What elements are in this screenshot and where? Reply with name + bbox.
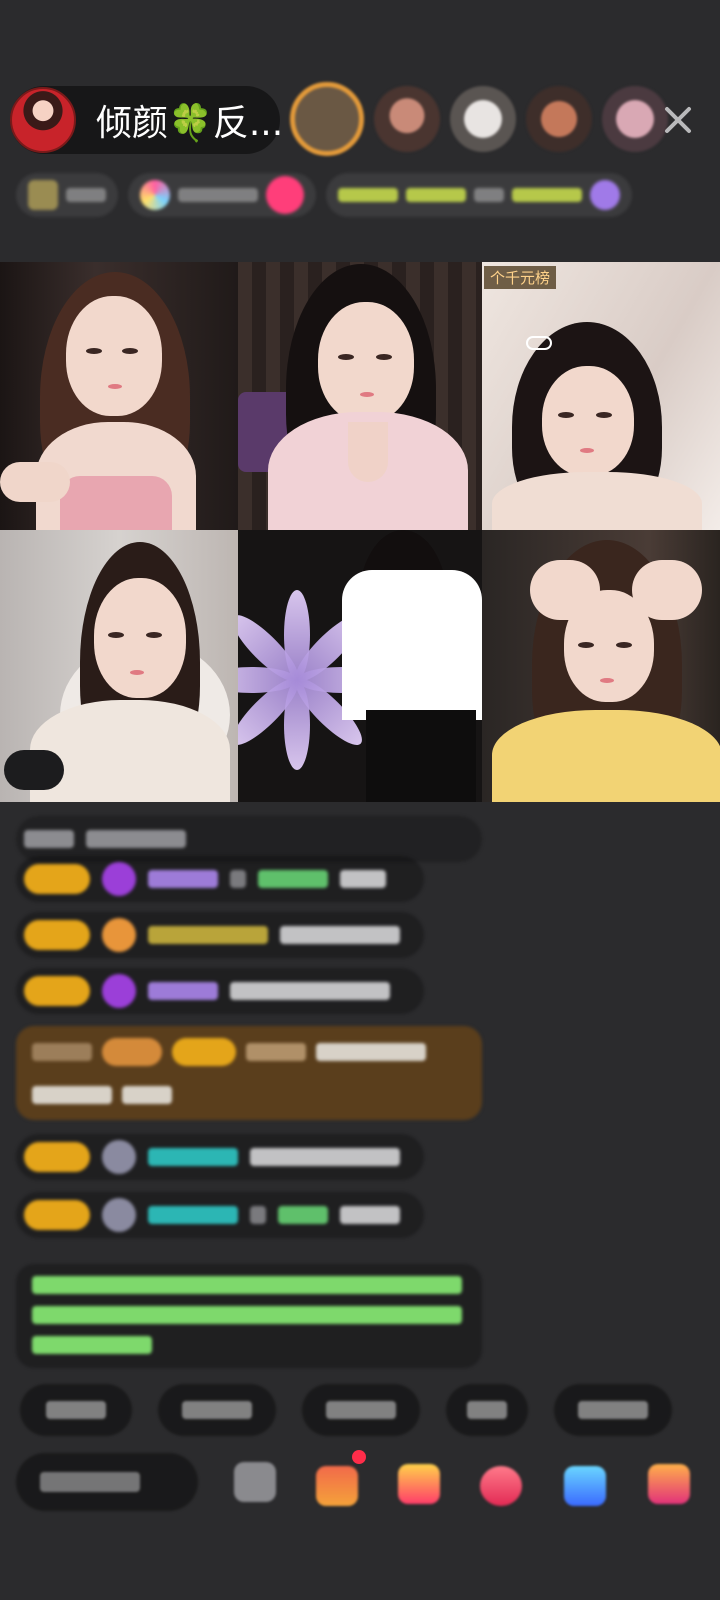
viewer-avatar[interactable] [526, 86, 592, 152]
game-icon[interactable] [564, 1466, 606, 1506]
chat-input[interactable] [16, 1453, 198, 1511]
quick-reply-chip[interactable] [20, 1384, 132, 1436]
hour-rank-chip[interactable] [16, 173, 118, 217]
top-viewers-list[interactable] [290, 82, 668, 156]
chat-message[interactable] [16, 968, 424, 1014]
notification-dot [352, 1450, 366, 1464]
host-info-pill[interactable]: 倾颜🍀反... [10, 86, 283, 154]
shopping-bag-icon[interactable] [316, 1466, 358, 1506]
quick-reply-chip[interactable] [302, 1384, 420, 1436]
gift-box-icon[interactable] [398, 1464, 440, 1504]
guest-video-tile[interactable] [238, 262, 482, 530]
bottom-action-bar [16, 1452, 716, 1512]
guest-video-tile[interactable] [0, 530, 238, 802]
quick-reply-chip[interactable] [446, 1384, 528, 1436]
host-name[interactable]: 倾颜🍀反... [96, 94, 283, 146]
chat-message[interactable] [16, 1192, 424, 1238]
activity-icon[interactable] [648, 1464, 690, 1504]
quick-reply-row [20, 1384, 672, 1436]
guest-video-tile[interactable] [238, 530, 482, 802]
chat-message[interactable] [16, 912, 424, 958]
system-notice-message [16, 1264, 482, 1368]
chat-message[interactable] [16, 856, 424, 902]
viewer-avatar[interactable] [290, 82, 364, 156]
viewer-avatar[interactable] [450, 86, 516, 152]
popularity-chip[interactable] [128, 173, 316, 217]
viewer-avatar[interactable] [374, 86, 440, 152]
more-icon[interactable] [234, 1462, 276, 1502]
chat-message[interactable] [16, 1134, 424, 1180]
quick-reply-chip[interactable] [554, 1384, 672, 1436]
close-icon[interactable] [658, 100, 698, 140]
gift-notice-message[interactable] [16, 1026, 482, 1120]
guest-video-tile[interactable] [0, 262, 238, 530]
quick-reply-chip[interactable] [158, 1384, 276, 1436]
host-avatar[interactable] [10, 87, 76, 153]
heart-gift-icon[interactable] [480, 1466, 522, 1506]
activity-banner-chip[interactable] [326, 173, 632, 217]
guest-video-tile[interactable]: 个千元榜 [482, 262, 720, 530]
guest-video-tile[interactable] [482, 530, 720, 802]
rank-badge[interactable]: 个千元榜 [484, 266, 557, 289]
multi-guest-video-grid: 个千元榜 [0, 262, 720, 802]
room-info-bar [16, 170, 696, 220]
